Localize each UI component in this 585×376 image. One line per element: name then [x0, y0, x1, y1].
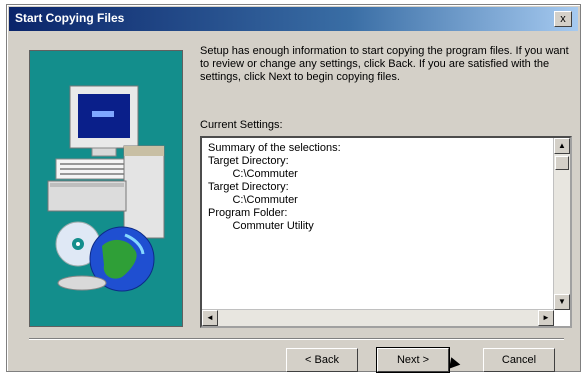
settings-content: Summary of the selections: Target Direct…	[208, 142, 548, 308]
mouse-cursor-icon	[445, 355, 461, 369]
divider	[29, 338, 564, 340]
current-settings-label: Current Settings:	[200, 119, 283, 131]
settings-line: Commuter Utility	[208, 220, 314, 232]
settings-line: Program Folder:	[208, 207, 288, 219]
intro-text: Setup has enough information to start co…	[200, 45, 569, 83]
settings-line: Target Directory:	[208, 181, 289, 193]
computer-illustration-icon	[47, 85, 165, 292]
scroll-right-button[interactable]: ►	[538, 310, 554, 326]
next-button[interactable]: Next >	[376, 347, 450, 373]
settings-line: C:\Commuter	[208, 168, 298, 180]
scroll-up-button[interactable]: ▲	[554, 138, 570, 154]
setup-illustration	[29, 50, 183, 327]
settings-line: Summary of the selections:	[208, 142, 341, 154]
settings-line: Target Directory:	[208, 155, 289, 167]
window-title: Start Copying Files	[15, 11, 125, 25]
horizontal-scrollbar[interactable]: ◄ ►	[202, 309, 554, 326]
title-bar: Start Copying Files x	[9, 7, 578, 31]
back-button[interactable]: < Back	[286, 348, 358, 372]
scroll-left-button[interactable]: ◄	[202, 310, 218, 326]
cancel-button[interactable]: Cancel	[483, 348, 555, 372]
scroll-down-button[interactable]: ▼	[554, 294, 570, 310]
current-settings-box[interactable]: Summary of the selections: Target Direct…	[200, 136, 572, 328]
vertical-scrollbar[interactable]: ▲ ▼	[553, 138, 570, 310]
settings-line: C:\Commuter	[208, 194, 298, 206]
close-button[interactable]: x	[554, 11, 572, 27]
setup-dialog: Start Copying Files x Setup has enough i…	[6, 4, 581, 373]
scroll-thumb[interactable]	[555, 156, 569, 170]
